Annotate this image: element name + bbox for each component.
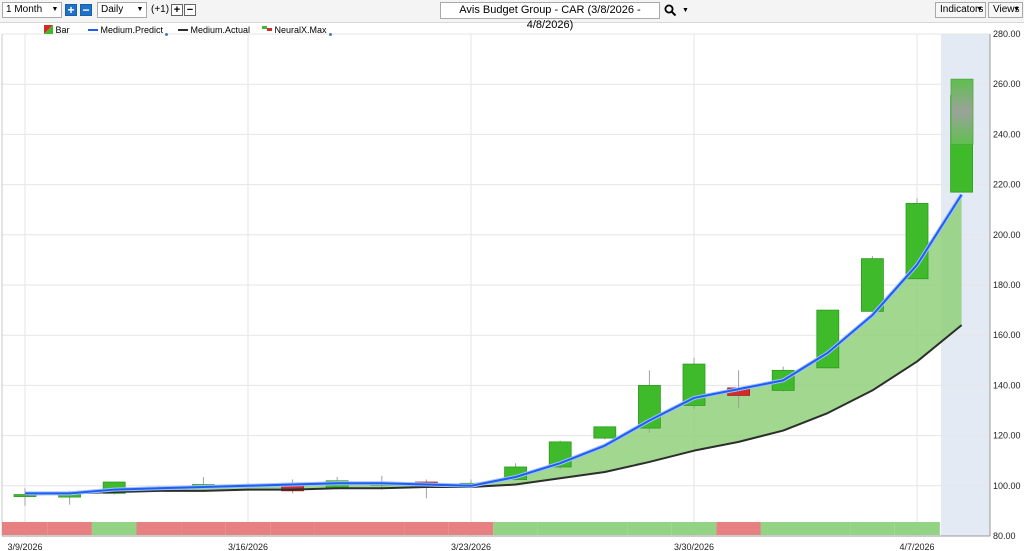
y-tick-label: 220.00: [993, 180, 1021, 190]
y-tick-label: 80.00: [993, 531, 1016, 541]
neuralx-signal-segment: [136, 522, 182, 535]
x-tick-label: 3/30/2026: [674, 542, 714, 551]
neuralx-signal-segment: [850, 522, 895, 535]
settings-dot-icon[interactable]: [328, 33, 332, 36]
bar-legend-icon: [44, 25, 53, 34]
forecast-bar: [950, 78, 974, 145]
neuralx-signal-segment: [894, 522, 940, 535]
neuralx-signal-segment: [582, 522, 628, 535]
neuralx-signal-segment: [537, 522, 583, 535]
neuralx-signal-segment: [404, 522, 449, 535]
chart-legend: Bar Medium.Predict Medium.Actual NeuralX…: [0, 24, 600, 38]
y-tick-label: 140.00: [993, 380, 1021, 390]
neuralx-signal-segment: [181, 522, 226, 535]
x-tick-label: 4/7/2026: [899, 542, 934, 551]
candle: [861, 256, 884, 312]
line-legend-icon: [88, 29, 98, 31]
y-tick-label: 180.00: [993, 280, 1021, 290]
legend-label-bar: Bar: [55, 25, 70, 35]
y-tick-label: 240.00: [993, 129, 1021, 139]
legend-label-medium-predict: Medium.Predict: [100, 25, 164, 35]
x-tick-label: 3/23/2026: [451, 542, 491, 551]
neuralx-signal-segment: [270, 522, 315, 535]
neuralx-signal-segment: [448, 522, 494, 535]
y-tick-label: 260.00: [993, 79, 1021, 89]
neuralx-signal-segment: [716, 522, 761, 535]
neuralx-signal-segment: [2, 522, 48, 535]
neuralx-signal-segment: [314, 522, 360, 535]
legend-item-bar[interactable]: Bar: [44, 24, 70, 37]
price-chart[interactable]: 280.00 260.00 240.00 220.00 200.00 180.00 160.…: [0, 0, 1024, 551]
neuralx-signal-segment: [939, 522, 940, 535]
candle: [593, 426, 617, 440]
neuralx-signal-segment: [627, 522, 672, 535]
settings-dot-icon[interactable]: [165, 33, 169, 36]
legend-item-medium-predict[interactable]: Medium.Predict: [88, 24, 169, 37]
neuralx-signal-segment: [91, 522, 137, 535]
neuralx-signal-segment: [805, 522, 851, 535]
y-tick-label: 160.00: [993, 330, 1021, 340]
neuralx-signal-segment: [671, 522, 717, 535]
candle: [13, 488, 37, 506]
x-tick-label: 3/16/2026: [228, 542, 268, 551]
neuralx-legend-icon: [262, 26, 272, 31]
y-tick-label: 280.00: [993, 29, 1021, 39]
line-legend-icon: [178, 29, 188, 31]
neuralx-signal-segment: [359, 522, 405, 535]
legend-label-medium-actual: Medium.Actual: [190, 25, 251, 35]
candle-body: [593, 426, 617, 439]
y-tick-label: 200.00: [993, 230, 1021, 240]
neuralx-signal-segment: [493, 522, 538, 535]
neuralx-signal-segment: [760, 522, 806, 535]
y-tick-label: 100.00: [993, 481, 1021, 491]
x-tick-label: 3/9/2026: [7, 542, 42, 551]
neuralx-signal-segment: [225, 522, 271, 535]
legend-item-medium-actual[interactable]: Medium.Actual: [178, 24, 250, 37]
legend-item-neuralx-max[interactable]: NeuralX.Max: [262, 24, 332, 37]
neuralx-signal-segment: [47, 522, 92, 535]
legend-label-neuralx-max: NeuralX.Max: [274, 25, 327, 35]
y-tick-label: 120.00: [993, 431, 1021, 441]
